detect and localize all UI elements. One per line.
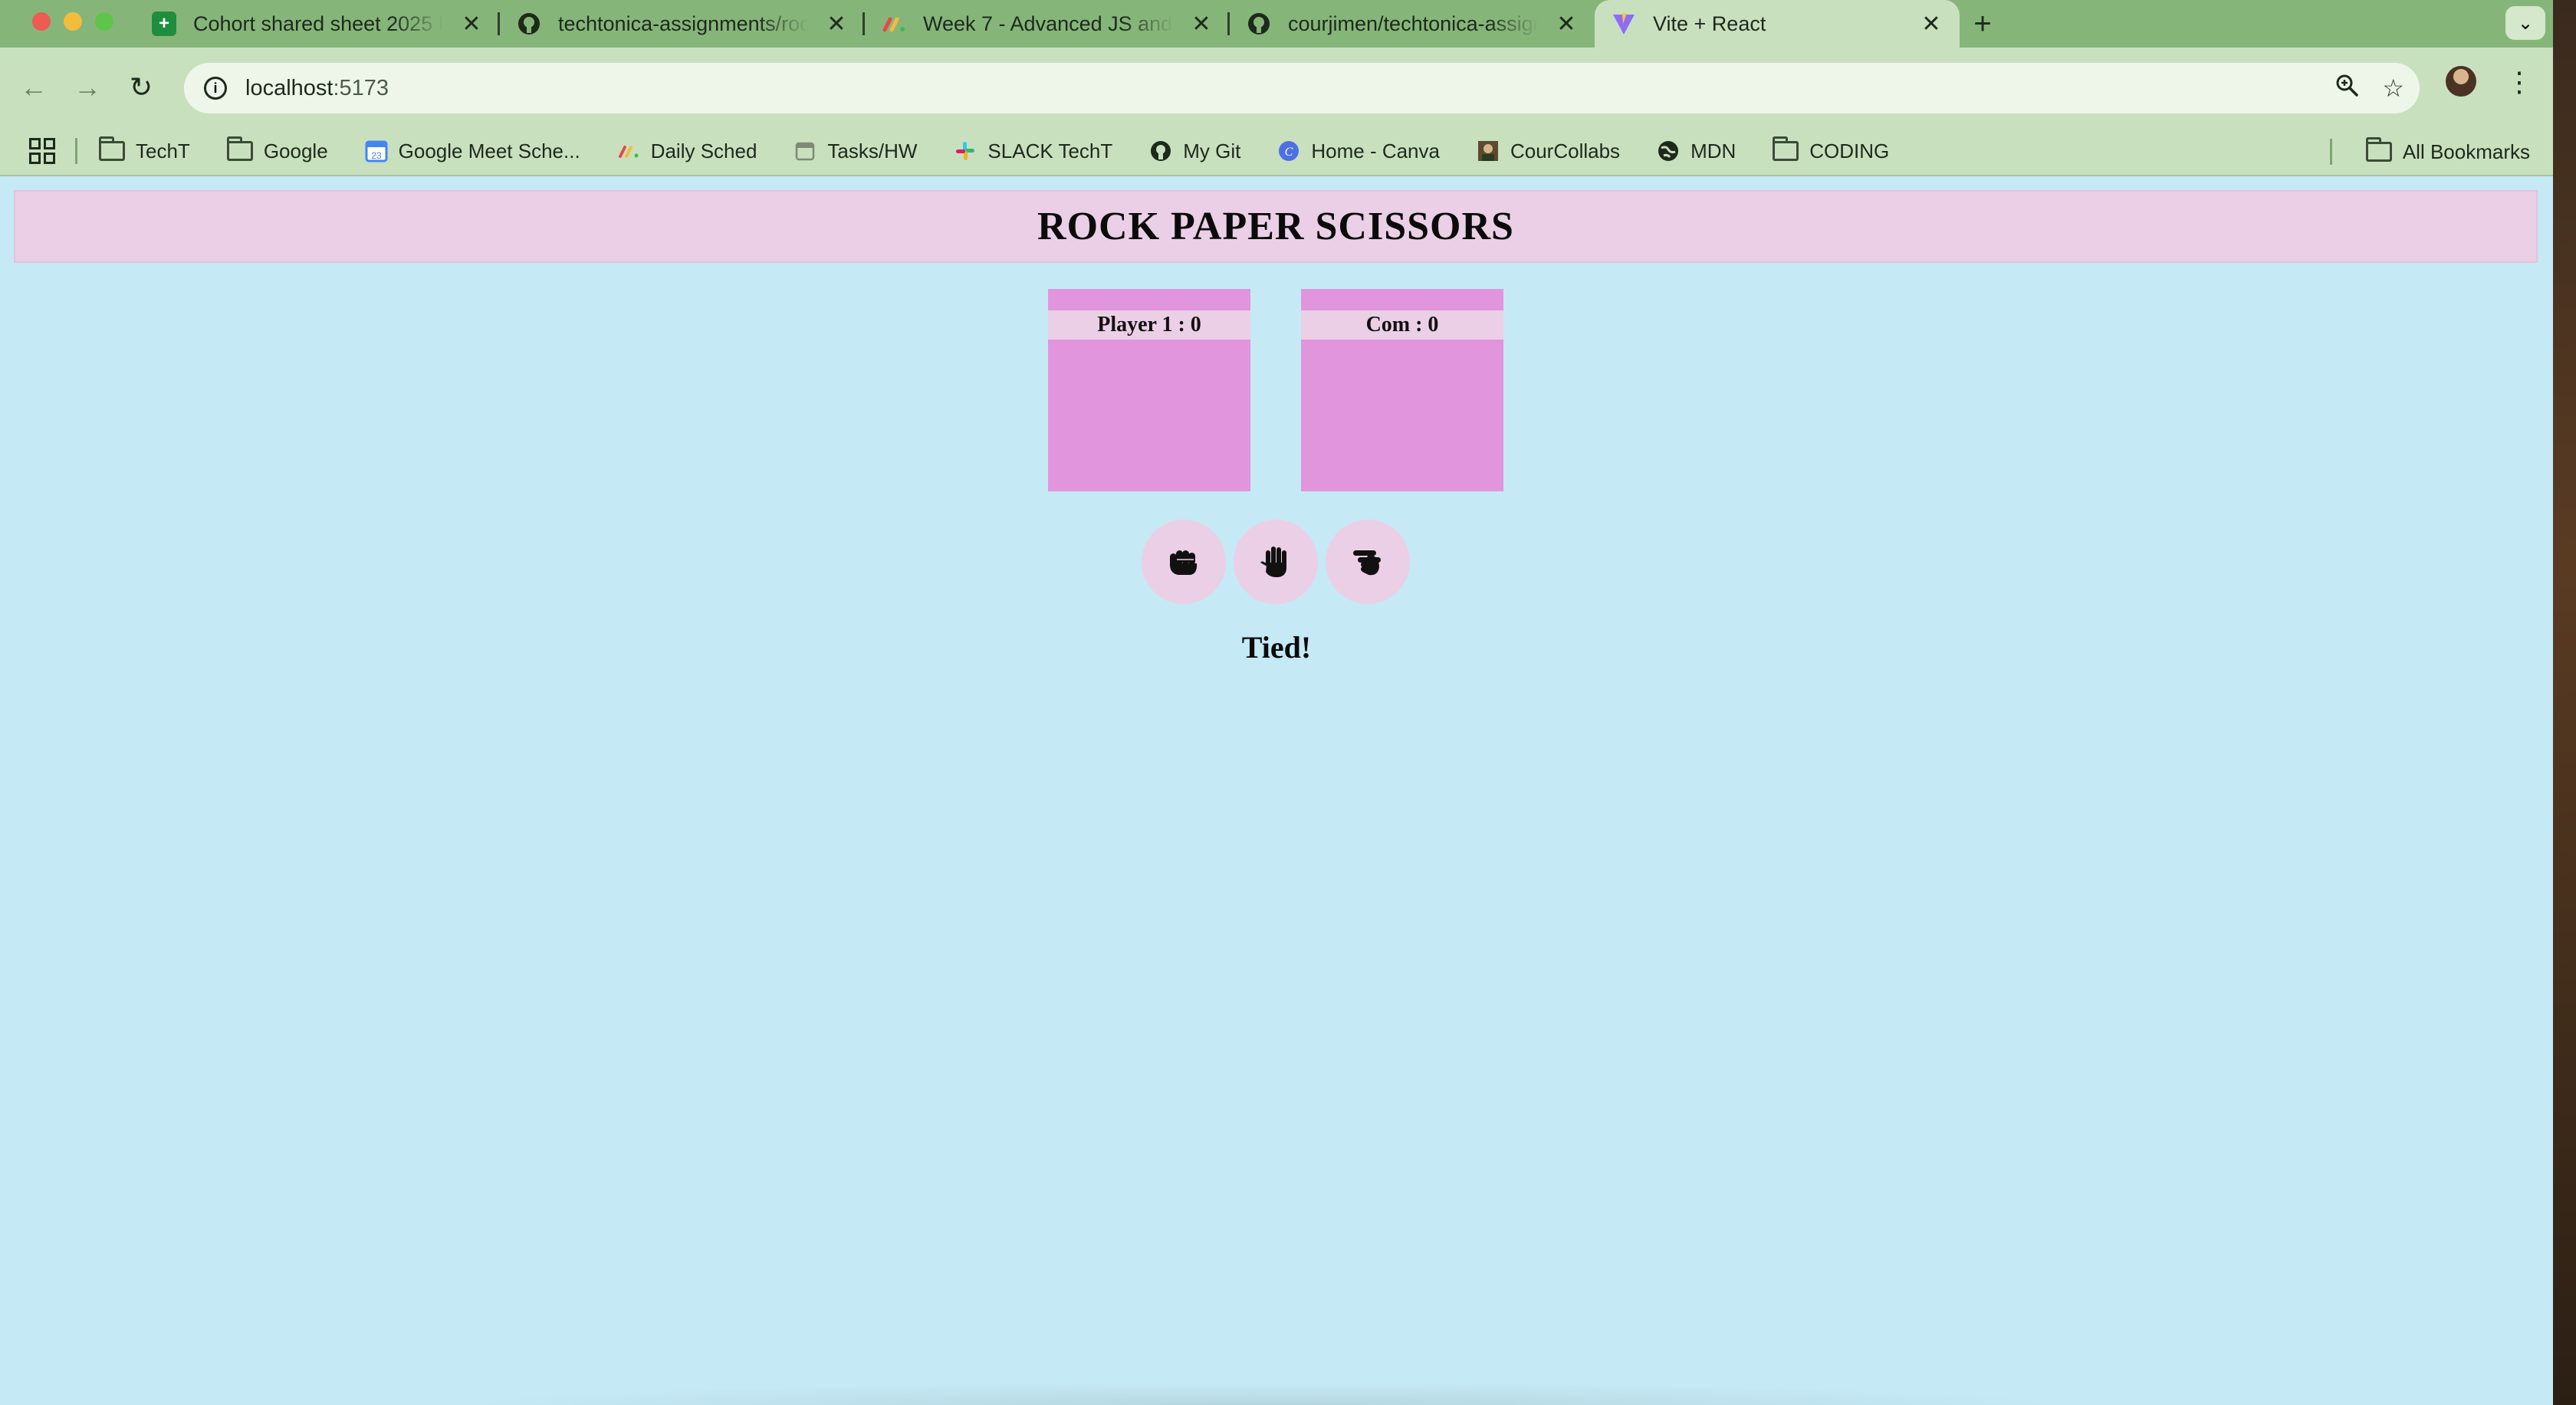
image-icon: [1477, 140, 1500, 162]
bookmarks-bar: TechT Google 23 Google Meet Sche... Dail…: [0, 127, 2553, 176]
bookmark-canva[interactable]: C Home - Canva: [1277, 140, 1440, 163]
reload-icon: ↻: [129, 71, 153, 103]
bookmark-my-git[interactable]: My Git: [1149, 140, 1240, 163]
folder-icon: [2365, 137, 2392, 162]
close-icon[interactable]: ✕: [460, 11, 483, 38]
monday-icon: [617, 140, 640, 162]
scissors-hand-icon: [1353, 550, 1381, 576]
url-text[interactable]: localhost:5173: [245, 76, 389, 101]
github-icon: [1247, 11, 1271, 36]
game-header: ROCK PAPER SCISSORS: [14, 190, 2538, 263]
fist-icon: [1169, 550, 1198, 575]
github-icon: [1149, 140, 1172, 162]
tab-search-button[interactable]: ⌄: [2505, 6, 2545, 40]
bookmark-daily-sched[interactable]: Daily Sched: [617, 140, 757, 163]
window-controls: [32, 12, 113, 31]
maximize-window-button[interactable]: [95, 12, 113, 31]
bookmark-mdn[interactable]: MDN: [1657, 140, 1736, 163]
com-score-label: Com : 0: [1301, 310, 1503, 340]
result-text: Tied!: [1241, 630, 1312, 665]
arrow-right-icon: →: [74, 71, 101, 103]
bookmark-slack-techt[interactable]: SLACK TechT: [954, 140, 1112, 163]
minimize-window-button[interactable]: [64, 12, 82, 31]
tab-vite-react[interactable]: Vite + React ✕: [1595, 0, 1960, 48]
bookmark-coding[interactable]: CODING: [1773, 136, 1889, 163]
close-window-button[interactable]: [32, 12, 51, 31]
apps-grid-icon[interactable]: [29, 138, 55, 164]
github-icon: [517, 11, 541, 36]
svg-text:C: C: [1285, 146, 1293, 159]
tab-week7[interactable]: Week 7 - Advanced JS and Re ✕: [865, 0, 1230, 48]
tab-title: courjimen/techtonica-assignm: [1288, 11, 1538, 35]
sheets-icon: +: [152, 11, 176, 36]
tab-title: techtonica-assignments/rock: [558, 11, 808, 35]
close-icon[interactable]: ✕: [1190, 11, 1213, 38]
svg-text:23: 23: [371, 150, 382, 161]
desktop-background: [2553, 0, 2576, 1405]
tab-techtonica-assignments[interactable]: techtonica-assignments/rock ✕: [500, 0, 865, 48]
tab-courjimen-repo[interactable]: courjimen/techtonica-assignm ✕: [1230, 0, 1595, 48]
profile-avatar[interactable]: [2446, 66, 2476, 97]
tab-bar: + Cohort shared sheet 2025 H1 ✕ techtoni…: [0, 0, 2553, 48]
choice-buttons: [1142, 520, 1410, 604]
tab-title: Week 7 - Advanced JS and Re: [923, 11, 1173, 35]
tab-cohort-sheet[interactable]: + Cohort shared sheet 2025 H1 ✕: [135, 0, 500, 48]
paper-button[interactable]: [1234, 520, 1318, 604]
slack-icon: [954, 140, 977, 162]
tab-title: Vite + React: [1653, 11, 1766, 35]
tab-list: + Cohort shared sheet 2025 H1 ✕ techtoni…: [135, 0, 2006, 48]
browser-toolbar: ← → ↻ i localhost:5173 ☆ ⋮: [0, 48, 2553, 127]
rock-button[interactable]: [1142, 520, 1226, 604]
page-content: ROCK PAPER SCISSORS Player 1 : 0 Com : 0: [0, 177, 2553, 1405]
folder-icon: [1773, 136, 1799, 161]
player-score-label: Player 1 : 0: [1048, 310, 1250, 340]
com-score-card: Com : 0: [1301, 289, 1503, 491]
arrow-left-icon: ←: [20, 71, 48, 103]
folder-icon: [226, 136, 253, 161]
site-info-icon[interactable]: i: [204, 77, 227, 100]
bookmark-techt[interactable]: TechT: [99, 136, 190, 163]
bookmark-courcollabs[interactable]: CourCollabs: [1477, 140, 1620, 163]
back-button[interactable]: ←: [14, 67, 54, 107]
close-icon[interactable]: ✕: [825, 11, 848, 38]
vite-icon: [1612, 11, 1636, 36]
bookmark-tasks-hw[interactable]: Tasks/HW: [794, 140, 917, 163]
page-title: ROCK PAPER SCISSORS: [1037, 205, 1514, 248]
open-hand-icon: [1260, 547, 1286, 577]
player-score-card: Player 1 : 0: [1048, 289, 1250, 491]
bookmark-google-meet[interactable]: 23 Google Meet Sche...: [365, 140, 580, 163]
scissors-button[interactable]: [1326, 520, 1410, 604]
calendar-icon: [794, 140, 816, 162]
address-bar[interactable]: i localhost:5173 ☆: [184, 63, 2420, 113]
canva-icon: C: [1277, 140, 1300, 162]
new-tab-button[interactable]: +: [1960, 0, 2006, 48]
zoom-icon[interactable]: [2334, 73, 2359, 103]
close-icon[interactable]: ✕: [1555, 11, 1578, 38]
tab-title: Cohort shared sheet 2025 H1: [193, 11, 443, 35]
folder-icon: [99, 136, 125, 161]
bookmark-star-icon[interactable]: ☆: [2382, 74, 2404, 103]
close-icon[interactable]: ✕: [1920, 11, 1943, 38]
calendar-icon: 23: [365, 140, 388, 162]
browser-menu-icon[interactable]: ⋮: [2505, 63, 2533, 101]
bookmark-google[interactable]: Google: [226, 136, 328, 163]
reload-button[interactable]: ↻: [121, 67, 161, 107]
all-bookmarks[interactable]: All Bookmarks: [2329, 127, 2530, 176]
browser-window: + Cohort shared sheet 2025 H1 ✕ techtoni…: [0, 0, 2553, 1405]
chevron-down-icon: ⌄: [2517, 12, 2534, 34]
forward-button[interactable]: →: [67, 67, 107, 107]
globe-icon: [1657, 140, 1680, 162]
monday-icon: [882, 11, 906, 36]
